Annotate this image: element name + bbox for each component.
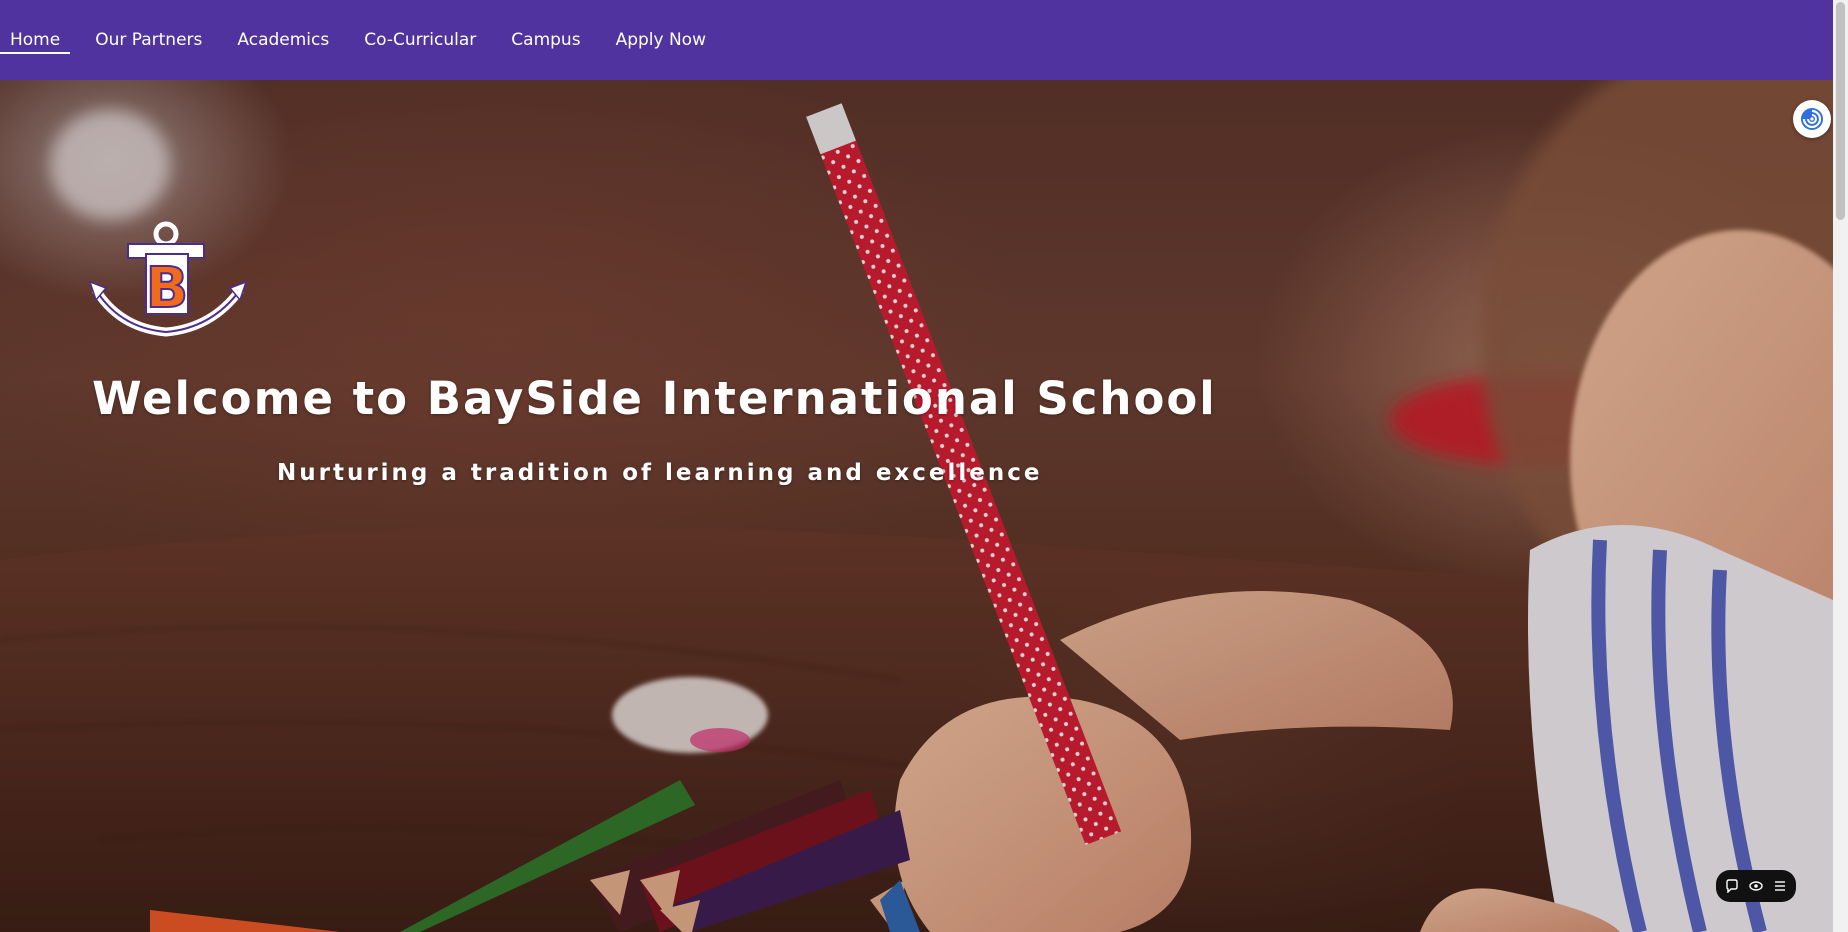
assistant-button[interactable] (1793, 100, 1831, 138)
hero-overlay (0, 80, 1833, 932)
nav-item-campus[interactable]: Campus (501, 0, 590, 80)
eye-icon[interactable] (1746, 876, 1766, 896)
nav-list: Home Our Partners Academics Co-Curricula… (0, 0, 731, 80)
top-navbar: Home Our Partners Academics Co-Curricula… (0, 0, 1833, 80)
hero-title: Welcome to BaySide International School (92, 372, 1217, 425)
floating-toolbar (1716, 870, 1796, 902)
hero-banner: B Welcome to BaySide International Schoo… (0, 80, 1833, 932)
chat-bubble-icon[interactable] (1722, 876, 1742, 896)
menu-lines-icon[interactable] (1770, 876, 1790, 896)
page: Home Our Partners Academics Co-Curricula… (0, 0, 1848, 932)
page-scrollbar[interactable] (1833, 0, 1848, 932)
scrollbar-thumb[interactable] (1836, 2, 1845, 220)
nav-item-co-curricular[interactable]: Co-Curricular (354, 0, 486, 80)
assistant-swirl-icon (1801, 108, 1823, 130)
nav-item-apply-now[interactable]: Apply Now (606, 0, 716, 80)
logo-letter: B (146, 256, 189, 321)
nav-item-home[interactable]: Home (0, 0, 71, 80)
hero-subtitle: Nurturing a tradition of learning and ex… (277, 460, 1043, 486)
nav-item-our-partners[interactable]: Our Partners (85, 0, 212, 80)
anchor-logo-icon[interactable]: B (90, 220, 255, 340)
nav-item-academics[interactable]: Academics (227, 0, 339, 80)
